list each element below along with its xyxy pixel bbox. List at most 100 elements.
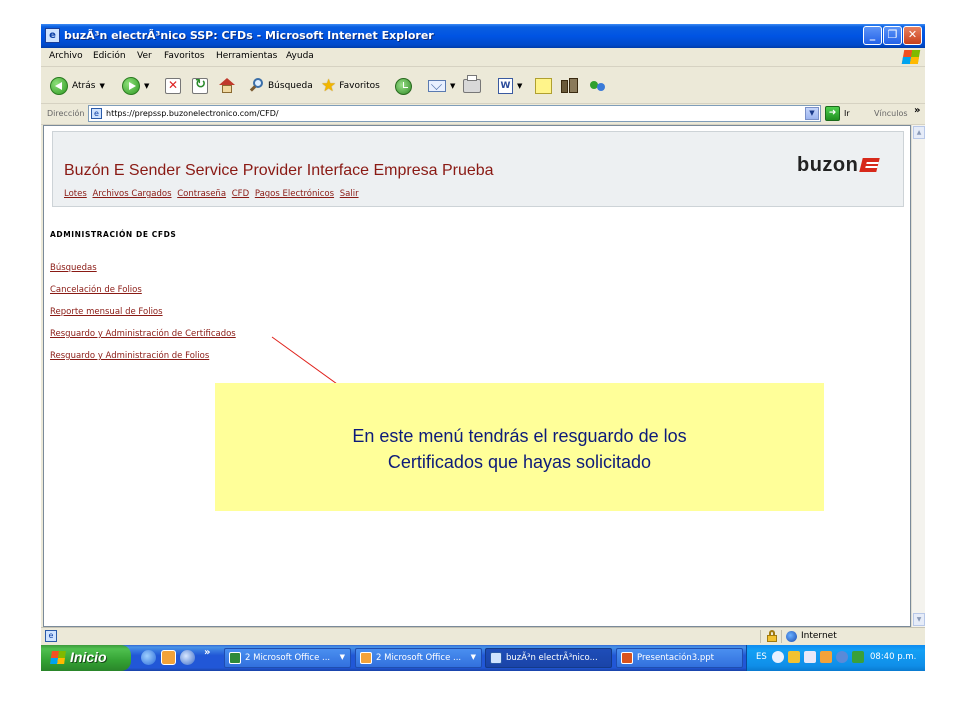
links-button[interactable]: Vínculos [874, 109, 908, 118]
task-ie-window[interactable]: buzÃ³n electrÃ³nico... [485, 648, 612, 668]
windows-flag-icon [50, 651, 66, 664]
ie-icon: e [45, 28, 60, 43]
tray-connection-icon[interactable] [852, 651, 864, 663]
annotation-callout: En este menú tendrás el resguardo de los… [215, 383, 824, 511]
taskbar: Inicio » 2 Microsoft Office ... ▼ 2 Micr… [41, 645, 925, 671]
security-zone: Internet [801, 631, 837, 641]
buzon-logo: buzon [797, 154, 881, 177]
link-busquedas[interactable]: Búsquedas [50, 263, 97, 273]
tray-outlook-icon[interactable] [820, 651, 832, 663]
top-nav: Lotes Archivos Cargados Contraseña CFD P… [64, 189, 362, 199]
minimize-button[interactable]: _ [863, 26, 882, 45]
vertical-scrollbar[interactable]: ▲ ▼ [911, 125, 925, 627]
status-divider [760, 630, 761, 643]
menu-herramientas[interactable]: Herramientas [216, 51, 277, 61]
refresh-icon [192, 77, 208, 94]
nav-archivos-cargados[interactable]: Archivos Cargados [92, 189, 171, 199]
menu-edicion[interactable]: Edición [93, 51, 126, 61]
go-button[interactable]: Ir [844, 109, 850, 118]
chevron-down-icon: ▼ [144, 82, 150, 90]
task-label: 2 Microsoft Office ... [245, 653, 331, 663]
nav-pagos-electronicos[interactable]: Pagos Electrónicos [255, 189, 334, 199]
system-tray: ES 08:40 p.m. [746, 645, 925, 671]
status-bar: e Internet [41, 627, 925, 645]
callout-line-2: Certificados que hayas solicitado [387, 452, 652, 472]
quicklaunch-more-icon[interactable]: » [204, 647, 210, 658]
nav-cfd[interactable]: CFD [232, 189, 249, 199]
go-arrow-icon[interactable]: ➜ [825, 106, 840, 121]
ie-icon [490, 652, 502, 664]
tray-arrow-icon[interactable] [772, 651, 784, 663]
nav-lotes[interactable]: Lotes [64, 189, 87, 199]
title-bar: e buzÃ³n electrÃ³nico SSP: CFDs - Micros… [41, 24, 925, 48]
scroll-down-icon[interactable]: ▼ [913, 613, 925, 626]
language-indicator[interactable]: ES [756, 652, 767, 662]
link-resguardo-folios[interactable]: Resguardo y Administración de Folios [50, 351, 209, 361]
browser-window: e buzÃ³n electrÃ³nico SSP: CFDs - Micros… [41, 24, 925, 671]
task-label: buzÃ³n electrÃ³nico... [506, 653, 598, 663]
logo-text: buzon [797, 154, 859, 176]
nav-salir[interactable]: Salir [340, 189, 359, 199]
quicklaunch-ie-icon[interactable] [141, 650, 156, 665]
menu-favoritos[interactable]: Favoritos [164, 51, 205, 61]
close-button[interactable]: ✕ [903, 26, 922, 45]
scroll-up-icon[interactable]: ▲ [913, 126, 925, 139]
callout-line-1: En este menú tendrás el resguardo de los [352, 426, 687, 446]
quicklaunch-desktop-icon[interactable] [161, 650, 176, 665]
research-button[interactable] [561, 76, 579, 96]
forward-button[interactable]: ▼ [122, 76, 149, 96]
research-icon [561, 78, 579, 94]
tray-mail-icon[interactable] [804, 651, 816, 663]
excel-icon [229, 652, 241, 664]
star-icon: ★ [321, 76, 337, 96]
favorites-button[interactable]: ★ Favoritos [321, 76, 380, 96]
menu-bar: Archivo Edición Ver Favoritos Herramient… [41, 48, 925, 67]
search-button[interactable]: Búsqueda [249, 76, 313, 96]
refresh-button[interactable] [192, 76, 208, 96]
start-label: Inicio [70, 649, 107, 665]
history-button[interactable] [395, 76, 412, 96]
menu-archivo[interactable]: Archivo [49, 51, 83, 61]
window-title: buzÃ³n electrÃ³nico SSP: CFDs - Microsof… [64, 29, 434, 42]
link-resguardo-certificados[interactable]: Resguardo y Administración de Certificad… [50, 329, 236, 339]
address-input[interactable]: e https://prepssp.buzonelectronico.com/C… [88, 105, 821, 122]
back-button[interactable]: Atrás ▼ [50, 76, 105, 96]
page-status-icon: e [45, 630, 57, 642]
start-button[interactable]: Inicio [41, 645, 131, 671]
tray-sound-icon[interactable] [836, 651, 848, 663]
stop-icon [165, 78, 181, 94]
quicklaunch-browser-icon[interactable] [180, 650, 195, 665]
home-button[interactable] [218, 76, 236, 96]
callout-text: En este menú tendrás el resguardo de los… [215, 423, 824, 475]
address-label: Dirección [47, 109, 85, 118]
link-reporte-mensual-folios[interactable]: Reporte mensual de Folios [50, 307, 163, 317]
powerpoint-icon [621, 652, 633, 664]
chevron-right-icon[interactable]: » [914, 105, 920, 116]
chevron-down-icon: ▼ [517, 82, 523, 90]
stop-button[interactable] [165, 76, 181, 96]
mail-button[interactable]: ▼ [428, 76, 455, 96]
link-cancelacion-folios[interactable]: Cancelación de Folios [50, 285, 142, 295]
task-powerpoint[interactable]: Presentación3.ppt [616, 648, 743, 668]
messenger-button[interactable] [589, 76, 607, 96]
address-bar: Dirección e https://prepssp.buzonelectro… [41, 104, 925, 125]
chevron-down-icon: ▼ [99, 82, 105, 90]
nav-contrasena[interactable]: Contraseña [177, 189, 226, 199]
tray-network-icon[interactable] [788, 651, 800, 663]
mail-icon [428, 80, 446, 92]
menu-ver[interactable]: Ver [137, 51, 152, 61]
discuss-icon [535, 78, 552, 94]
chevron-down-icon[interactable]: ▼ [805, 107, 819, 120]
edit-button[interactable]: W ▼ [498, 76, 522, 96]
address-url: https://prepssp.buzonelectronico.com/CFD… [106, 109, 279, 118]
task-office-2[interactable]: 2 Microsoft Office ... ▼ [355, 648, 482, 668]
task-office-1[interactable]: 2 Microsoft Office ... ▼ [224, 648, 351, 668]
menu-ayuda[interactable]: Ayuda [286, 51, 314, 61]
windows-logo-icon [901, 50, 921, 64]
discuss-button[interactable] [535, 76, 552, 96]
print-button[interactable] [463, 75, 481, 96]
print-icon [463, 75, 481, 93]
maximize-button[interactable]: ❐ [883, 26, 902, 45]
search-label: Búsqueda [268, 81, 313, 91]
forward-icon [122, 77, 140, 95]
